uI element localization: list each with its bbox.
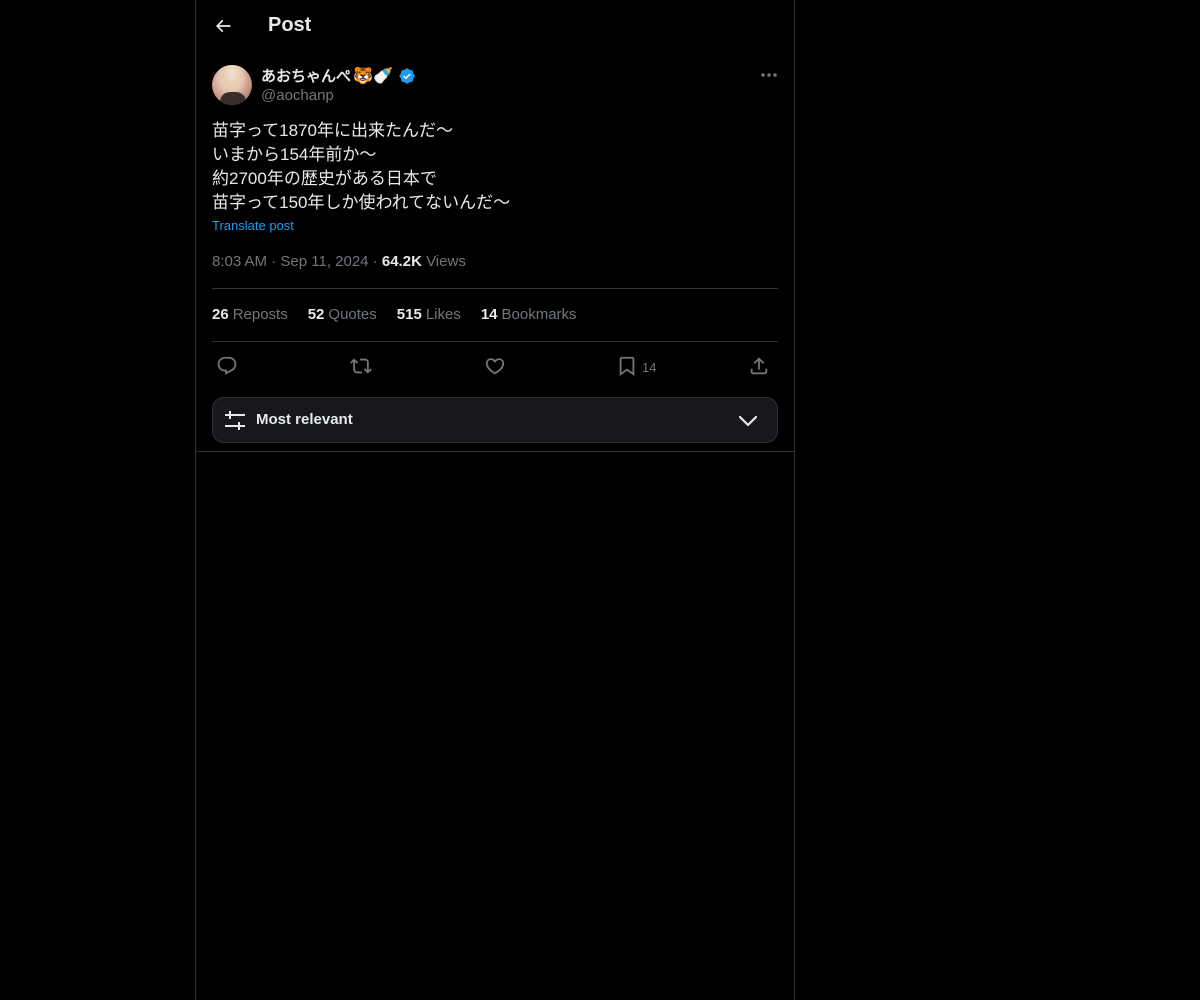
author-display-name: あおちゃんぺ bbox=[261, 68, 352, 85]
reposts-label: Reposts bbox=[232, 306, 288, 323]
post-time[interactable]: 8:03 AM bbox=[212, 253, 267, 270]
quotes-count: 52 bbox=[307, 306, 325, 323]
translate-post-link[interactable]: Translate post bbox=[212, 218, 294, 233]
likes-count: 515 bbox=[396, 306, 422, 323]
reply-button[interactable] bbox=[216, 353, 238, 379]
author-handle[interactable]: @aochanp bbox=[261, 87, 334, 104]
author-name-emoji: 🐯🍼 bbox=[353, 67, 393, 85]
reply-icon bbox=[217, 356, 237, 375]
quotes-label: Quotes bbox=[328, 306, 377, 323]
bookmark-button[interactable]: 14 bbox=[616, 353, 656, 379]
repost-icon bbox=[350, 358, 372, 374]
post-metadata: 8:03 AM · Sep 11, 2024 · 64.2K Views bbox=[212, 253, 466, 270]
back-button[interactable] bbox=[208, 11, 238, 41]
sliders-icon bbox=[225, 411, 245, 430]
likes-label: Likes bbox=[425, 306, 461, 323]
reposts-stat[interactable]: 26 Reposts bbox=[212, 306, 288, 323]
bookmark-icon bbox=[619, 356, 635, 377]
bookmarks-label: Bookmarks bbox=[501, 306, 577, 323]
arrow-left-icon bbox=[215, 19, 231, 33]
sort-label: Most relevant bbox=[256, 411, 353, 428]
post-text: 苗字って1870年に出来たんだ〜 いまから154年前か〜 約2700年の歴史があ… bbox=[212, 119, 778, 215]
quotes-stat[interactable]: 52 Quotes bbox=[308, 306, 377, 323]
like-button[interactable] bbox=[484, 353, 506, 379]
verified-badge-icon[interactable] bbox=[398, 67, 416, 85]
more-options-button[interactable] bbox=[756, 64, 782, 86]
post-detail-column: Post あおちゃんぺ 🐯🍼 @aochanp 苗字って1870年に出来たんだ〜… bbox=[195, 0, 795, 1000]
page-title: Post bbox=[268, 14, 312, 36]
likes-stat[interactable]: 515 Likes bbox=[397, 306, 461, 323]
reposts-count: 26 bbox=[212, 306, 229, 323]
chevron-down-icon bbox=[738, 415, 758, 427]
post-text-line: 苗字って1870年に出来たんだ〜 bbox=[212, 121, 453, 140]
section-divider bbox=[196, 451, 794, 452]
share-icon bbox=[750, 357, 768, 375]
views-count: 64.2K bbox=[381, 253, 422, 270]
post-text-line: いまから154年前か〜 bbox=[212, 145, 377, 164]
post-text-line: 約2700年の歴史がある日本で bbox=[212, 169, 437, 188]
avatar[interactable] bbox=[212, 65, 252, 105]
post-header: Post bbox=[196, 0, 794, 53]
views-label: Views bbox=[426, 253, 466, 270]
post-text-line: 苗字って150年しか使われてないんだ〜 bbox=[212, 193, 511, 212]
share-button[interactable] bbox=[748, 353, 770, 379]
divider bbox=[212, 288, 778, 289]
bookmarks-stat[interactable]: 14 Bookmarks bbox=[481, 306, 577, 323]
meta-separator: · bbox=[372, 253, 378, 270]
reply-sort-dropdown[interactable]: Most relevant bbox=[212, 397, 778, 443]
repost-button[interactable] bbox=[350, 353, 372, 379]
post-actions-bar: 14 bbox=[212, 353, 778, 379]
engagement-stats: 26 Reposts 52 Quotes 515 Likes 14 Bookmarks bbox=[212, 306, 577, 323]
divider bbox=[212, 341, 778, 342]
bookmark-count: 14 bbox=[642, 360, 657, 375]
meta-separator: · bbox=[271, 253, 277, 270]
post-date[interactable]: Sep 11, 2024 bbox=[280, 253, 368, 270]
more-horizontal-icon bbox=[761, 73, 777, 77]
author-name[interactable]: あおちゃんぺ 🐯🍼 bbox=[261, 65, 416, 86]
bookmarks-count: 14 bbox=[480, 306, 498, 323]
heart-icon bbox=[485, 358, 505, 375]
